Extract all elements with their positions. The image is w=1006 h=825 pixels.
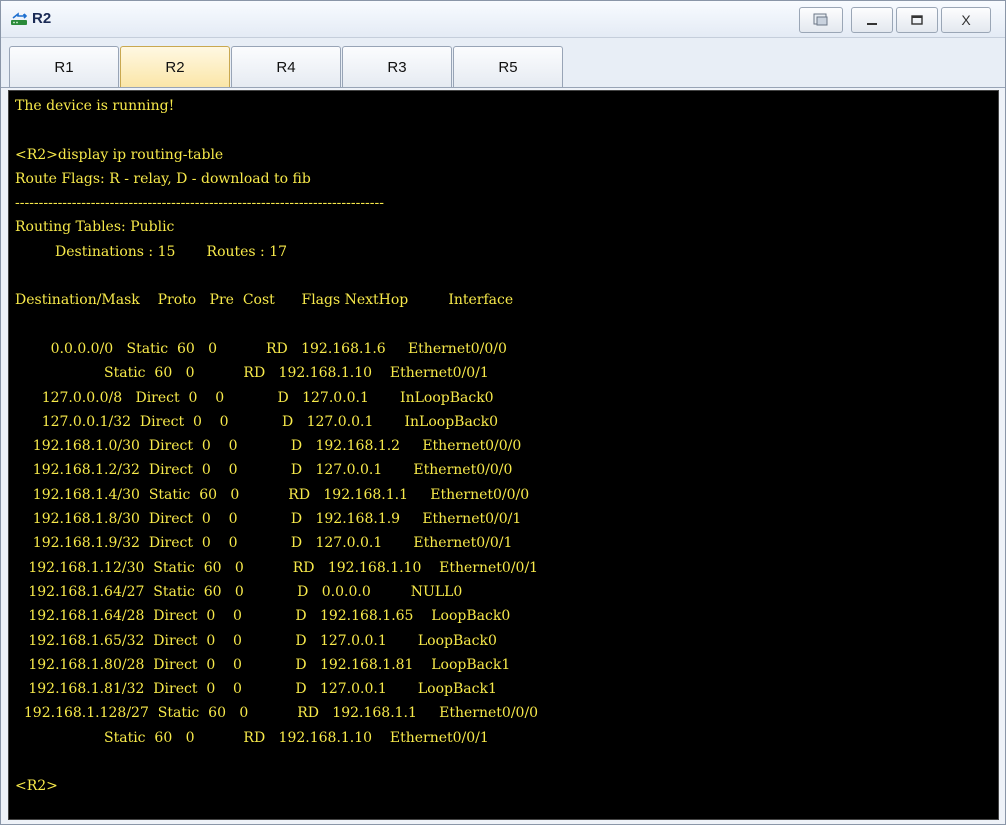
status-line: The device is running! [15,98,175,114]
final-prompt[interactable]: <R2> [15,774,998,798]
route-flags-line: Route Flags: R - relay, D - download to … [15,170,311,187]
window-title: R2 [32,10,52,27]
route-row: Static 60 0 RD 192.168.1.10 Ethernet0/0/… [15,729,489,746]
title-bar[interactable]: R2 X [1,1,1005,38]
terminal-console[interactable]: The device is running! <R2>display ip ro… [8,90,999,820]
route-row: 192.168.1.2/32 Direct 0 0 D 127.0.0.1 Et… [15,462,513,479]
column-header-line: Destination/Mask Proto Pre Cost Flags Ne… [15,292,514,309]
routes-summary: Destinations : 15 Routes : 17 [15,243,288,260]
router-app-icon [11,12,28,25]
console-output: The device is running! <R2>display ip ro… [9,91,998,799]
tab-r3[interactable]: R3 [342,46,452,87]
route-row: 127.0.0.1/32 Direct 0 0 D 127.0.0.1 InLo… [15,413,499,430]
route-row: 192.168.1.128/27 Static 60 0 RD 192.168.… [15,705,539,722]
route-row: 192.168.1.0/30 Direct 0 0 D 192.168.1.2 … [15,438,522,455]
route-row: 127.0.0.0/8 Direct 0 0 D 127.0.0.1 InLoo… [15,389,494,406]
route-row: 192.168.1.64/27 Static 60 0 D 0.0.0.0 NU… [15,583,463,600]
route-row: Static 60 0 RD 192.168.1.10 Ethernet0/0/… [15,365,489,382]
restore-button[interactable] [799,7,843,33]
route-row: 192.168.1.12/30 Static 60 0 RD 192.168.1… [15,559,539,576]
route-row: 192.168.1.81/32 Direct 0 0 D 127.0.0.1 L… [15,681,497,698]
tab-r1[interactable]: R1 [9,46,119,87]
app-window: R2 X R1 R2 R4 R3 R5 The device is runnin… [0,0,1006,825]
route-row: 192.168.1.65/32 Direct 0 0 D 127.0.0.1 L… [15,632,497,649]
restore-icon [813,13,828,26]
route-row: 192.168.1.80/28 Direct 0 0 D 192.168.1.8… [15,656,511,673]
tab-r2[interactable]: R2 [120,46,230,87]
command-line: <R2>display ip routing-table [15,146,224,163]
tab-divider [1,87,1005,88]
route-row: 0.0.0.0/0 Static 60 0 RD 192.168.1.6 Eth… [15,340,507,357]
maximize-button[interactable] [896,7,938,33]
minimize-icon [867,23,877,25]
maximize-icon [911,15,923,25]
separator-line: ----------------------------------------… [15,195,384,212]
minimize-button[interactable] [851,7,893,33]
close-button[interactable]: X [941,7,991,33]
tab-r5[interactable]: R5 [453,46,563,87]
tab-r4[interactable]: R4 [231,46,341,87]
routing-tables-header: Routing Tables: Public [15,219,175,236]
route-row: 192.168.1.64/28 Direct 0 0 D 192.168.1.6… [15,608,511,625]
route-row: 192.168.1.9/32 Direct 0 0 D 127.0.0.1 Et… [15,535,513,552]
route-row: 192.168.1.4/30 Static 60 0 RD 192.168.1.… [15,486,530,503]
close-icon: X [961,12,971,28]
device-tab-bar: R1 R2 R4 R3 R5 [1,38,1005,88]
route-row: 192.168.1.8/30 Direct 0 0 D 192.168.1.9 … [15,511,522,528]
